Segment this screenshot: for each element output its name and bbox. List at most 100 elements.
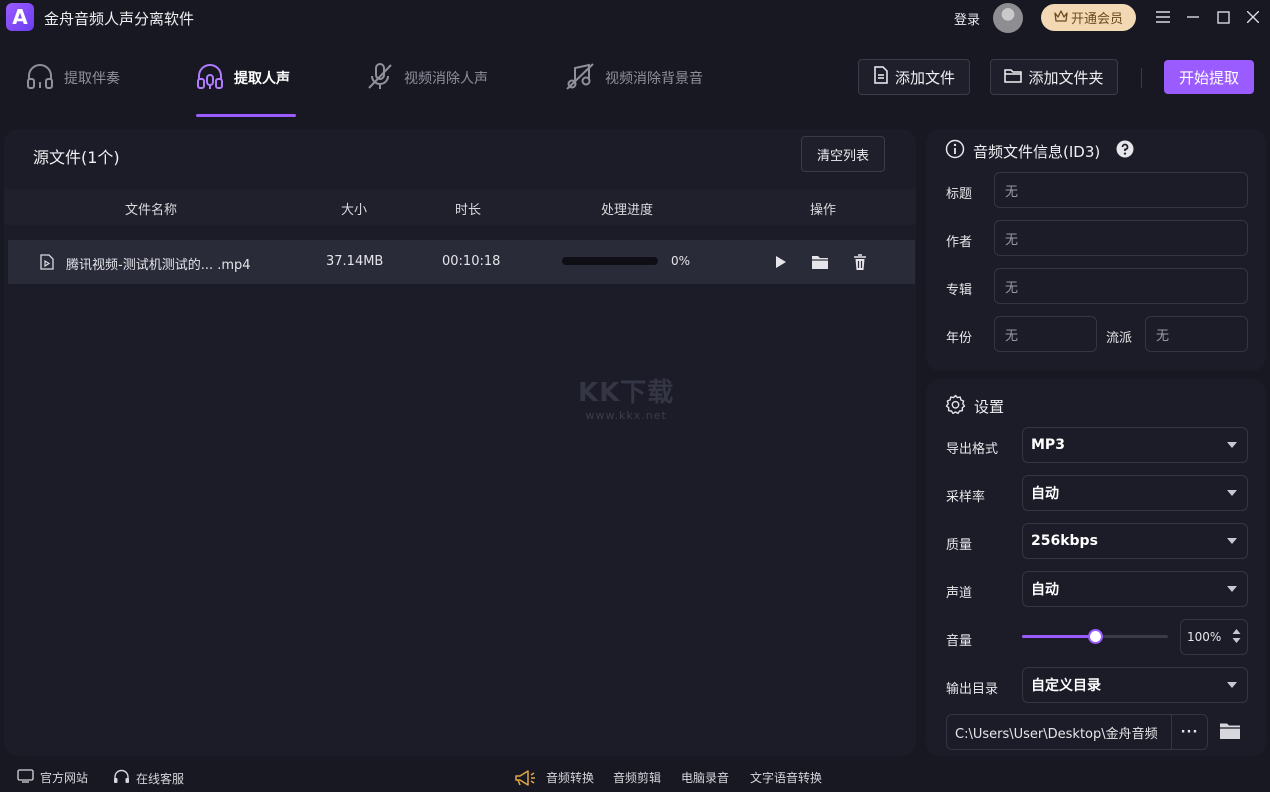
- stepper-arrows-icon[interactable]: [1232, 628, 1241, 647]
- headphones-icon: [24, 60, 56, 96]
- tab-extract-vocals[interactable]: 提取人声: [194, 60, 290, 96]
- close-icon[interactable]: [1244, 8, 1262, 26]
- sample-rate-select[interactable]: 自动: [1022, 475, 1248, 511]
- tab-label: 提取伴奏: [64, 71, 120, 87]
- output-path-text: C:\Users\User\Desktop\金舟音频: [955, 726, 1158, 742]
- format-value: MP3: [1031, 437, 1065, 453]
- quality-label: 质量: [946, 538, 973, 553]
- megaphone-icon: [513, 769, 537, 787]
- footer-link-audio-convert[interactable]: 音频转换: [546, 769, 594, 786]
- vip-button[interactable]: 开通会员: [1041, 4, 1136, 31]
- folder-icon: [1004, 68, 1023, 87]
- watermark-title: KK下载: [578, 378, 675, 408]
- gear-icon: [945, 394, 966, 419]
- help-icon[interactable]: [1116, 140, 1134, 162]
- play-icon[interactable]: [772, 253, 790, 271]
- footer-link-audio-edit[interactable]: 音频剪辑: [613, 769, 661, 786]
- footer-link-tts[interactable]: 文字语音转换: [750, 769, 822, 786]
- source-title: 源文件(1个): [33, 148, 120, 167]
- output-dir-value: 自定义目录: [1031, 678, 1101, 694]
- chevron-down-icon: [1227, 538, 1237, 544]
- volume-label: 音量: [946, 634, 973, 649]
- genre-field[interactable]: 无: [1145, 316, 1248, 352]
- column-header-size: 大小: [341, 203, 368, 218]
- headset-mic-icon: [194, 60, 226, 96]
- genre-label: 流派: [1106, 331, 1133, 346]
- footer-link-pc-record[interactable]: 电脑录音: [681, 769, 729, 786]
- source-file-panel: 源文件(1个) 清空列表 文件名称 大小 时长 处理进度 操作 腾讯视频-测试机…: [4, 129, 916, 756]
- id3-title-text: 音频文件信息(ID3): [973, 142, 1101, 161]
- chevron-down-icon: [1227, 442, 1237, 448]
- settings-title: 设置: [945, 394, 1004, 419]
- tab-extract-accompaniment[interactable]: 提取伴奏: [24, 60, 120, 96]
- headset-icon: [113, 769, 130, 788]
- chevron-down-icon: [1227, 586, 1237, 592]
- column-header-duration: 时长: [455, 203, 482, 218]
- id3-title: 音频文件信息(ID3): [945, 139, 1134, 163]
- avatar[interactable]: [993, 3, 1023, 33]
- format-label: 导出格式: [946, 442, 999, 457]
- clear-list-button[interactable]: 清空列表: [801, 136, 885, 172]
- column-header-actions: 操作: [810, 203, 837, 218]
- volume-value: 100%: [1187, 630, 1222, 644]
- online-support-label: 在线客服: [136, 772, 185, 786]
- title-field[interactable]: 无: [994, 172, 1248, 208]
- tab-video-remove-vocals[interactable]: 视频消除人声: [364, 60, 488, 96]
- add-file-label: 添加文件: [894, 68, 955, 87]
- volume-slider-thumb[interactable]: [1087, 629, 1103, 644]
- album-field[interactable]: 无: [994, 268, 1248, 304]
- file-icon: [873, 66, 889, 88]
- add-file-button[interactable]: 添加文件: [858, 59, 970, 95]
- crown-icon: [1054, 9, 1068, 26]
- official-website-label: 官方网站: [40, 771, 89, 785]
- title-label: 标题: [946, 187, 973, 202]
- channel-value: 自动: [1031, 582, 1059, 598]
- tab-label: 提取人声: [234, 71, 290, 87]
- column-header-progress: 处理进度: [601, 203, 654, 218]
- music-off-icon: [563, 60, 597, 96]
- volume-stepper[interactable]: 100%: [1180, 619, 1248, 655]
- year-label: 年份: [946, 331, 973, 346]
- settings-title-text: 设置: [974, 398, 1005, 416]
- author-field[interactable]: 无: [994, 220, 1248, 256]
- more-icon[interactable]: ···: [1171, 715, 1207, 749]
- start-extract-button[interactable]: 开始提取: [1164, 60, 1254, 94]
- album-label: 专辑: [946, 283, 973, 298]
- output-path-field[interactable]: C:\Users\User\Desktop\金舟音频 ···: [946, 714, 1208, 750]
- tab-label: 视频消除背景音: [605, 71, 703, 87]
- channel-select[interactable]: 自动: [1022, 571, 1248, 607]
- add-folder-button[interactable]: 添加文件夹: [990, 59, 1118, 95]
- format-select[interactable]: MP3: [1022, 427, 1248, 463]
- watermark: KK下载 www.kkx.net: [578, 372, 674, 422]
- trash-icon[interactable]: [851, 253, 869, 271]
- mic-off-icon: [364, 60, 396, 96]
- tab-label: 视频消除人声: [404, 71, 488, 87]
- output-dir-select[interactable]: 自定义目录: [1022, 667, 1248, 703]
- output-dir-label: 输出目录: [946, 682, 999, 697]
- add-folder-label: 添加文件夹: [1028, 68, 1104, 87]
- year-field[interactable]: 无: [994, 316, 1097, 352]
- menu-icon[interactable]: [1154, 8, 1172, 26]
- minimize-icon[interactable]: [1184, 8, 1202, 26]
- file-duration: 00:10:18: [442, 254, 501, 269]
- quality-select[interactable]: 256kbps: [1022, 523, 1248, 559]
- maximize-icon[interactable]: [1214, 8, 1232, 26]
- toolbar-divider: [1141, 68, 1142, 88]
- app-logo: A: [6, 3, 34, 31]
- file-name: 腾讯视频-测试机测试的... .mp4: [66, 258, 251, 273]
- open-folder-icon[interactable]: [811, 253, 829, 271]
- volume-slider-fill: [1022, 635, 1095, 638]
- browse-folder-icon[interactable]: [1219, 722, 1241, 744]
- info-icon: [945, 139, 965, 163]
- video-file-icon: [40, 254, 54, 274]
- online-support-link[interactable]: 在线客服: [113, 769, 184, 788]
- login-link[interactable]: 登录: [954, 9, 980, 28]
- sample-rate-value: 自动: [1031, 486, 1059, 502]
- tab-video-remove-background[interactable]: 视频消除背景音: [563, 60, 703, 96]
- watermark-url: www.kkx.net: [585, 409, 667, 422]
- file-size: 37.14MB: [326, 254, 384, 269]
- chevron-down-icon: [1227, 490, 1237, 496]
- official-website-link[interactable]: 官方网站: [17, 769, 88, 786]
- author-label: 作者: [946, 235, 973, 250]
- chevron-down-icon: [1227, 682, 1237, 688]
